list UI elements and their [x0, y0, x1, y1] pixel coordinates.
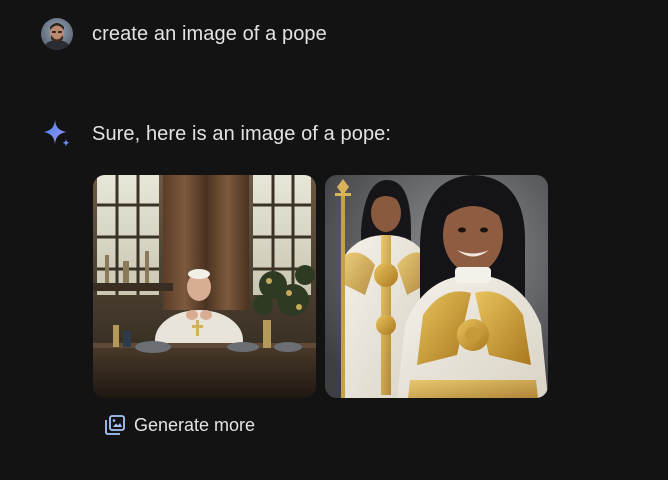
image-stack-icon: [105, 415, 125, 435]
user-avatar[interactable]: [41, 18, 73, 50]
user-message: create an image of a pope: [41, 18, 327, 50]
generate-more-label: Generate more: [134, 414, 256, 435]
generated-image-1[interactable]: [93, 175, 316, 398]
user-message-text: create an image of a pope: [92, 22, 327, 45]
generated-image-2[interactable]: [325, 175, 548, 398]
assistant-message-header: Sure, here is an image of a pope:: [41, 118, 391, 150]
generate-more-button[interactable]: Generate more: [100, 412, 259, 438]
chat-page: create an image of a pope Sure, here is …: [0, 0, 668, 480]
generated-images: [93, 175, 548, 398]
assistant-message-text: Sure, here is an image of a pope:: [92, 122, 392, 145]
sparkle-icon: [41, 118, 73, 150]
